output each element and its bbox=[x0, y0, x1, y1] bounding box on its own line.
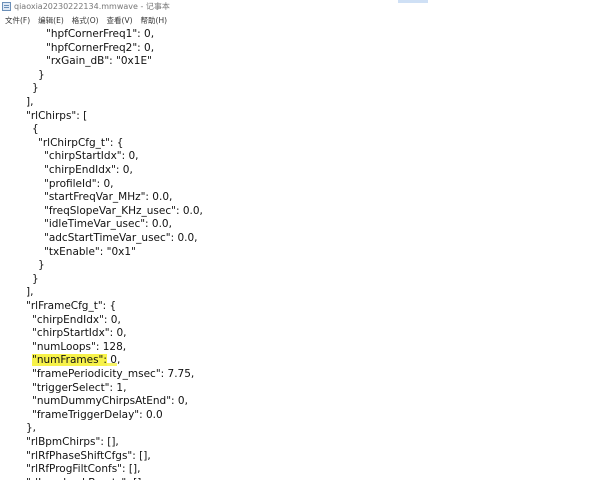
menu-format[interactable]: 格式(O) bbox=[72, 15, 99, 26]
editor-line: "idleTimeVar_usec": 0.0, bbox=[44, 218, 172, 231]
editor-line: "rlChirpCfg_t": { bbox=[38, 136, 124, 149]
editor-line: "framePeriodicity_msec": 7.75, bbox=[32, 368, 195, 380]
editor-line: "chirpStartIdx": 0, bbox=[44, 150, 139, 163]
editor-line: "adcStartTimeVar_usec": 0.0, bbox=[44, 232, 198, 244]
menu-edit[interactable]: 编辑(E) bbox=[38, 15, 64, 26]
editor-line: "rlChirps": [ bbox=[26, 109, 88, 122]
editor-line: "profileId": 0, bbox=[44, 177, 114, 190]
title-bar-accent bbox=[398, 0, 428, 3]
editor-line: } bbox=[32, 82, 39, 95]
highlight-mark bbox=[106, 363, 117, 367]
editor-line: { bbox=[32, 123, 39, 136]
editor-line: ], bbox=[26, 286, 34, 299]
editor-line: "rlRfProgFiltConfs": [], bbox=[26, 463, 141, 476]
editor-line: "freqSlopeVar_KHz_usec": 0.0, bbox=[44, 204, 203, 217]
editor-line: "txEnable": "0x1" bbox=[44, 245, 136, 258]
editor-line: "chirpEndIdx": 0, bbox=[44, 164, 133, 176]
editor-line: "chirpEndIdx": 0, bbox=[32, 313, 121, 326]
menu-file[interactable]: 文件(F) bbox=[5, 15, 30, 26]
editor-line: } bbox=[32, 272, 39, 285]
editor-line: "triggerSelect": 1, bbox=[32, 381, 127, 394]
editor-line: } bbox=[38, 68, 45, 81]
window-title: qiaoxia20230222134.mmwave - 记事本 bbox=[14, 2, 170, 11]
editor-line: }, bbox=[26, 422, 37, 435]
editor-line: "frameTriggerDelay": 0.0 bbox=[32, 408, 163, 421]
editor-line: "rlBpmChirps": [], bbox=[26, 436, 119, 448]
editor-line: "rlFrameCfg_t": { bbox=[26, 300, 117, 312]
editor-line: "numLoops": 128, bbox=[32, 340, 127, 353]
menu-help[interactable]: 帮助(H) bbox=[141, 15, 168, 26]
editor-line: "rlRfPhaseShiftCfgs": [], bbox=[26, 449, 151, 462]
editor-line: } bbox=[38, 259, 45, 272]
editor-line: "hpfCornerFreq1": 0, bbox=[46, 28, 155, 40]
editor-line: ], bbox=[26, 96, 34, 108]
editor-line: "numDummyChirpsAtEnd": 0, bbox=[32, 395, 188, 408]
editor-line: "hpfCornerFreq2": 0, bbox=[46, 41, 155, 54]
editor-line: "rxGain_dB": "0x1E" bbox=[46, 55, 152, 68]
highlighted-text: "numFrames": bbox=[32, 354, 107, 367]
text-editor-area[interactable]: "hpfCornerFreq1": 0, "hpfCornerFreq2": 0,… bbox=[0, 28, 602, 480]
notepad-icon bbox=[2, 2, 11, 11]
title-bar: qiaoxia20230222134.mmwave - 记事本 bbox=[0, 0, 602, 14]
menu-bar: 文件(F) 编辑(E) 格式(O) 查看(V) 帮助(H) bbox=[0, 14, 602, 27]
editor-line: "startFreqVar_MHz": 0.0, bbox=[44, 191, 173, 204]
menu-view[interactable]: 查看(V) bbox=[107, 15, 133, 26]
editor-line: "chirpStartIdx": 0, bbox=[32, 327, 127, 340]
